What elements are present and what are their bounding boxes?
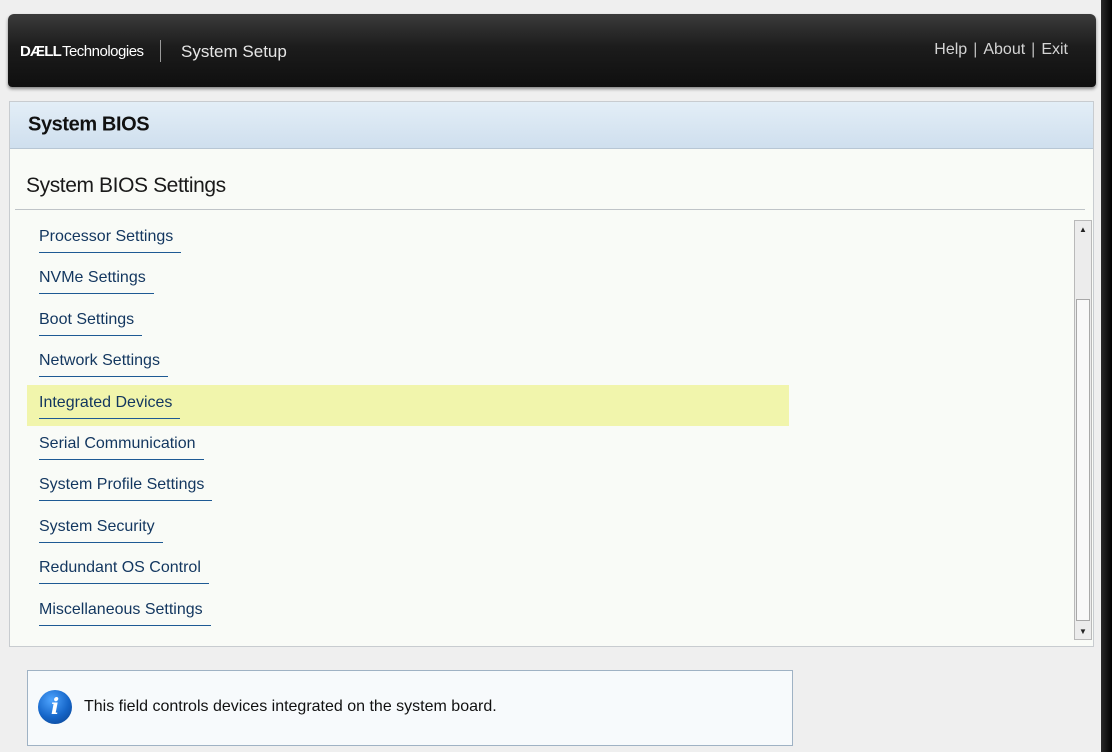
help-info-box: i This field controls devices integrated…: [27, 670, 793, 746]
bios-screen: DÆLL Technologies System Setup Help | Abo…: [0, 0, 1101, 752]
exit-link[interactable]: Exit: [1041, 41, 1068, 59]
info-icon: i: [38, 690, 72, 724]
app-title: System Setup: [181, 42, 287, 61]
help-link[interactable]: Help: [934, 41, 967, 59]
menu-item-label: Boot Settings: [39, 311, 143, 336]
menu-item-system-profile-settings[interactable]: System Profile Settings: [27, 467, 789, 508]
menu-item-system-security[interactable]: System Security: [27, 509, 789, 550]
menu-item-integrated-devices[interactable]: Integrated Devices: [27, 384, 789, 426]
header-links: Help | About | Exit: [934, 41, 1068, 59]
section-title: System BIOS Settings: [26, 174, 226, 197]
menu-item-label: System Security: [39, 518, 163, 543]
menu-item-serial-communication[interactable]: Serial Communication: [27, 426, 789, 467]
logo-brand: DÆLL: [20, 42, 62, 60]
top-header-bar: DÆLL Technologies System Setup Help | Abo…: [8, 14, 1096, 87]
dell-technologies-logo: DÆLL Technologies: [20, 40, 144, 62]
link-separator: |: [1031, 41, 1036, 58]
help-text: This field controls devices integrated o…: [84, 698, 497, 715]
menu-item-label: Integrated Devices: [39, 394, 181, 419]
screen-edge: [1101, 0, 1112, 752]
about-link[interactable]: About: [983, 41, 1025, 59]
panel-header: System BIOS: [10, 102, 1093, 149]
menu-item-redundant-os-control[interactable]: Redundant OS Control: [27, 550, 789, 591]
scrollbar-thumb[interactable]: [1076, 299, 1090, 621]
system-bios-panel: System BIOS System BIOS Settings Process…: [9, 101, 1094, 647]
menu-item-label: Processor Settings: [39, 228, 182, 253]
menu-item-label: Redundant OS Control: [39, 559, 209, 585]
menu-item-processor-settings[interactable]: Processor Settings: [27, 219, 789, 260]
vertical-scrollbar[interactable]: ▲ ▼: [1074, 220, 1092, 640]
menu-item-label: Miscellaneous Settings: [39, 601, 211, 626]
menu-item-label: System Profile Settings: [39, 476, 213, 502]
menu-item-boot-settings[interactable]: Boot Settings: [27, 302, 789, 343]
logo-divider: [160, 40, 161, 62]
menu-item-network-settings[interactable]: Network Settings: [27, 343, 789, 384]
menu-item-miscellaneous-settings[interactable]: Miscellaneous Settings: [27, 592, 789, 633]
logo-technologies: Technologies: [61, 42, 144, 60]
menu-item-label: NVMe Settings: [39, 269, 154, 295]
scroll-down-arrow-icon[interactable]: ▼: [1075, 623, 1091, 639]
section-divider: [15, 209, 1085, 210]
menu-item-label: Serial Communication: [39, 435, 204, 460]
panel-title: System BIOS: [28, 113, 150, 136]
settings-menu-list: Processor Settings NVMe Settings Boot Se…: [27, 219, 789, 633]
link-separator: |: [973, 41, 978, 58]
menu-item-label: Network Settings: [39, 352, 168, 378]
scroll-up-arrow-icon[interactable]: ▲: [1075, 221, 1091, 237]
menu-item-nvme-settings[interactable]: NVMe Settings: [27, 260, 789, 301]
